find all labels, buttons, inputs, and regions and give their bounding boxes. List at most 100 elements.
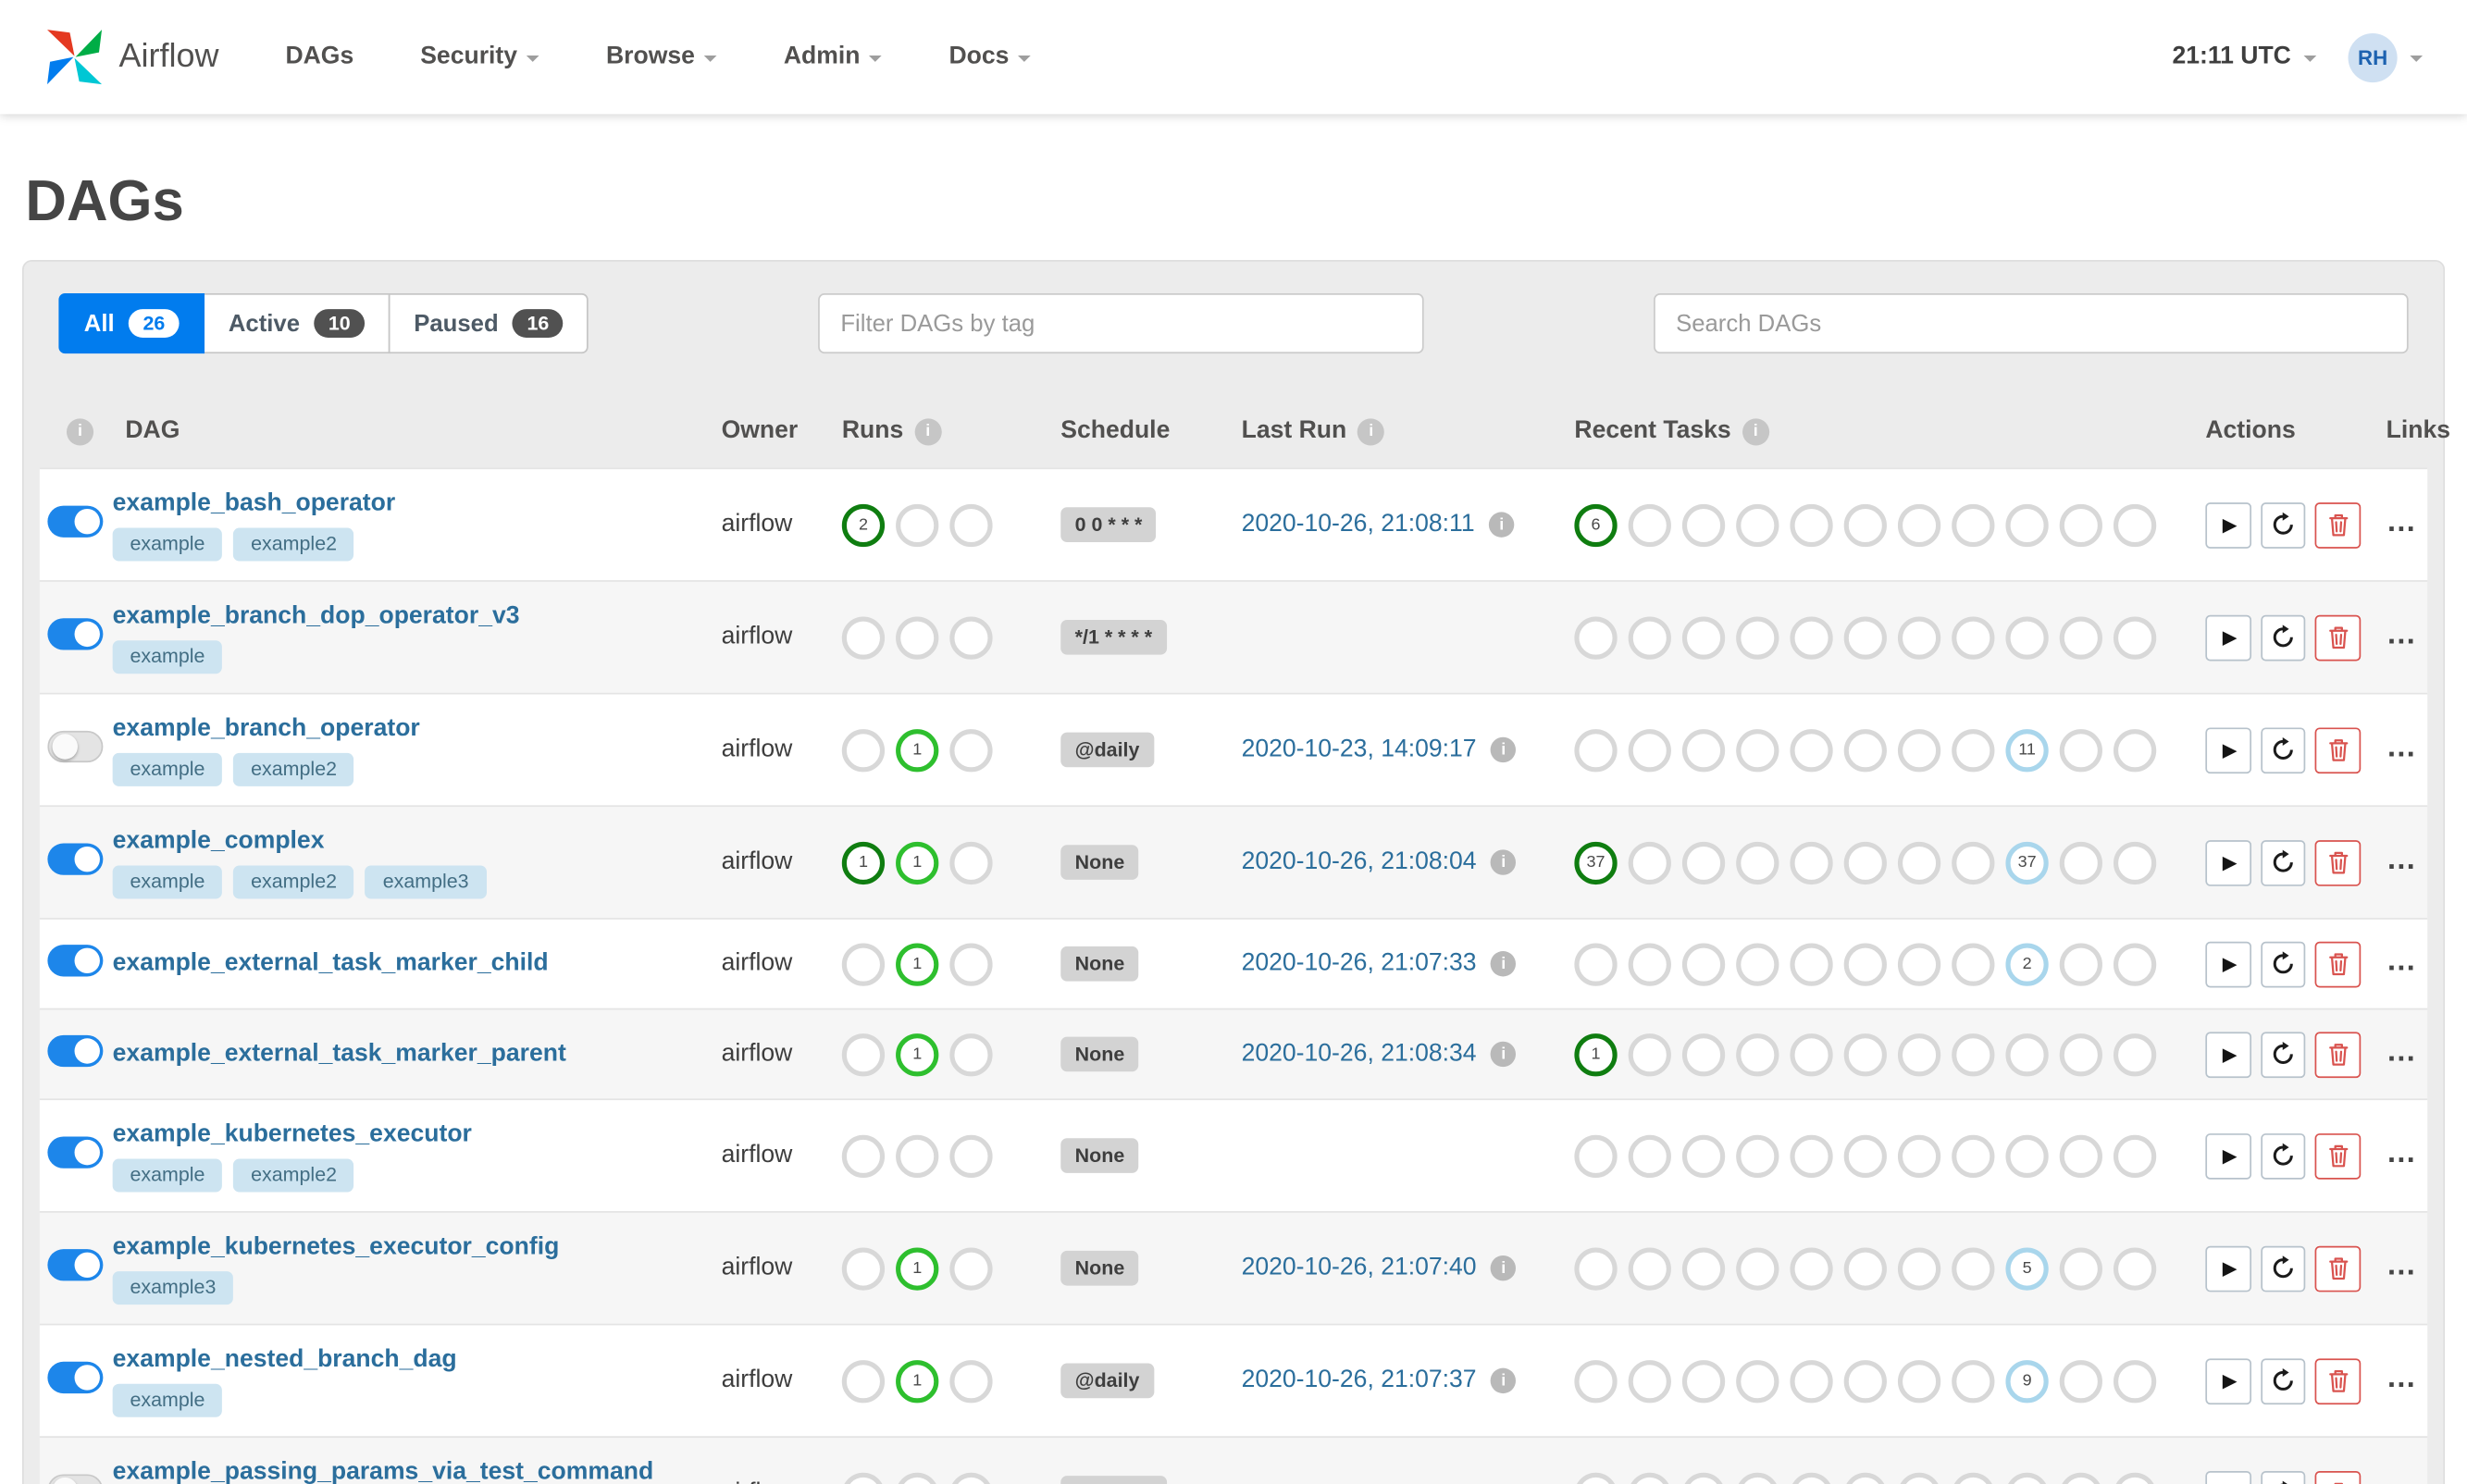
- last-run-link[interactable]: 2020-10-26, 21:07:33: [1242, 949, 1477, 978]
- links-button[interactable]: …: [2386, 731, 2418, 764]
- links-button[interactable]: …: [2386, 1137, 2418, 1170]
- dag-tag[interactable]: example: [112, 1158, 223, 1193]
- delete-dag-button[interactable]: [2315, 1244, 2362, 1292]
- delete-dag-button[interactable]: [2315, 501, 2362, 548]
- links-button[interactable]: …: [2386, 1249, 2418, 1282]
- trigger-dag-button[interactable]: ▶: [2205, 1132, 2251, 1179]
- refresh-dag-button[interactable]: [2260, 940, 2306, 987]
- dag-name-link[interactable]: example_passing_params_via_test_command: [113, 1457, 654, 1484]
- task-state-circle[interactable]: 11: [2005, 728, 2049, 772]
- delete-dag-button[interactable]: [2315, 613, 2362, 661]
- dag-tag[interactable]: example: [112, 752, 223, 786]
- delete-dag-button[interactable]: [2315, 1357, 2362, 1404]
- dag-pause-toggle[interactable]: [47, 1033, 104, 1067]
- run-state-circle[interactable]: 1: [896, 728, 939, 772]
- refresh-dag-button[interactable]: [2260, 613, 2306, 661]
- last-run-link[interactable]: 2020-10-26, 21:08:34: [1242, 1040, 1477, 1069]
- run-state-circle[interactable]: 1: [896, 1246, 939, 1290]
- links-button[interactable]: …: [2386, 618, 2418, 651]
- trigger-dag-button[interactable]: ▶: [2205, 839, 2251, 885]
- dag-pause-toggle[interactable]: [47, 1473, 104, 1484]
- dag-pause-toggle[interactable]: [47, 1135, 104, 1168]
- dag-pause-toggle[interactable]: [47, 1248, 104, 1280]
- nav-item-security[interactable]: Security: [420, 43, 540, 71]
- run-state-circle[interactable]: 1: [841, 840, 886, 884]
- trigger-dag-button[interactable]: ▶: [2205, 1357, 2251, 1404]
- links-button[interactable]: …: [2386, 1362, 2418, 1395]
- links-button[interactable]: …: [2386, 506, 2418, 539]
- delete-dag-button[interactable]: [2315, 726, 2362, 773]
- refresh-dag-button[interactable]: [2260, 1357, 2306, 1404]
- trigger-dag-button[interactable]: ▶: [2205, 1244, 2251, 1292]
- trigger-dag-button[interactable]: ▶: [2205, 726, 2251, 773]
- dag-pause-toggle[interactable]: [47, 504, 104, 537]
- dag-tag[interactable]: example: [112, 527, 223, 562]
- dag-tag[interactable]: example: [112, 640, 223, 674]
- delete-dag-button[interactable]: [2315, 839, 2362, 885]
- filter-tab-paused[interactable]: Paused 16: [388, 292, 589, 354]
- refresh-dag-button[interactable]: [2260, 1244, 2306, 1292]
- links-button[interactable]: …: [2386, 1035, 2418, 1069]
- dag-pause-toggle[interactable]: [47, 1360, 104, 1393]
- refresh-dag-button[interactable]: [2260, 1470, 2306, 1484]
- dag-tag[interactable]: example2: [233, 752, 354, 786]
- nav-item-dags[interactable]: DAGs: [285, 43, 353, 71]
- dag-name-link[interactable]: example_branch_dop_operator_v3: [113, 600, 520, 632]
- last-run-link[interactable]: 2020-10-26, 21:08:04: [1242, 848, 1477, 877]
- filter-tab-all[interactable]: All 26: [58, 292, 205, 354]
- links-button[interactable]: …: [2386, 1474, 2418, 1484]
- task-state-circle[interactable]: 37: [1574, 840, 1618, 884]
- filter-tab-active[interactable]: Active 10: [203, 292, 391, 354]
- delete-dag-button[interactable]: [2315, 940, 2362, 987]
- dag-name-link[interactable]: example_complex: [113, 826, 325, 858]
- last-run-link[interactable]: 2020-10-26, 21:07:40: [1242, 1254, 1477, 1282]
- task-state-circle[interactable]: 1: [1574, 1033, 1618, 1076]
- last-run-link[interactable]: 2020-10-26, 21:07:37: [1242, 1367, 1477, 1395]
- task-state-circle[interactable]: 6: [1574, 503, 1618, 547]
- links-button[interactable]: …: [2386, 945, 2418, 978]
- run-state-circle[interactable]: 1: [896, 942, 939, 985]
- refresh-dag-button[interactable]: [2260, 501, 2306, 548]
- brand[interactable]: Airflow: [44, 27, 218, 87]
- run-state-circle[interactable]: 1: [896, 840, 939, 884]
- dag-tag[interactable]: example2: [233, 865, 354, 899]
- task-state-circle[interactable]: 5: [2005, 1246, 2049, 1290]
- refresh-dag-button[interactable]: [2260, 1132, 2306, 1179]
- dag-tag[interactable]: example: [112, 865, 223, 899]
- links-button[interactable]: …: [2386, 844, 2418, 877]
- trigger-dag-button[interactable]: ▶: [2205, 613, 2251, 661]
- task-state-circle[interactable]: 37: [2005, 840, 2049, 884]
- nav-item-docs[interactable]: Docs: [948, 43, 1032, 71]
- nav-item-browse[interactable]: Browse: [606, 43, 717, 71]
- dag-tag[interactable]: example2: [233, 527, 354, 562]
- trigger-dag-button[interactable]: ▶: [2205, 1031, 2251, 1078]
- task-state-circle[interactable]: 2: [2005, 942, 2049, 985]
- dag-name-link[interactable]: example_external_task_marker_child: [113, 948, 549, 980]
- dag-name-link[interactable]: example_external_task_marker_parent: [113, 1038, 566, 1070]
- dag-name-link[interactable]: example_nested_branch_dag: [113, 1344, 457, 1376]
- dag-tag[interactable]: example3: [112, 1271, 234, 1305]
- dag-name-link[interactable]: example_branch_operator: [113, 713, 420, 745]
- dag-name-link[interactable]: example_kubernetes_executor_config: [113, 1231, 560, 1263]
- delete-dag-button[interactable]: [2315, 1132, 2362, 1179]
- task-state-circle[interactable]: 9: [2005, 1359, 2049, 1403]
- trigger-dag-button[interactable]: ▶: [2205, 1470, 2251, 1484]
- dag-pause-toggle[interactable]: [47, 842, 104, 874]
- dag-pause-toggle[interactable]: [47, 730, 104, 762]
- delete-dag-button[interactable]: [2315, 1031, 2362, 1078]
- trigger-dag-button[interactable]: ▶: [2205, 501, 2251, 548]
- refresh-dag-button[interactable]: [2260, 839, 2306, 885]
- user-menu[interactable]: RH: [2348, 32, 2424, 82]
- delete-dag-button[interactable]: [2315, 1470, 2362, 1484]
- trigger-dag-button[interactable]: ▶: [2205, 940, 2251, 987]
- dag-name-link[interactable]: example_bash_operator: [113, 488, 396, 520]
- nav-item-admin[interactable]: Admin: [784, 43, 883, 71]
- run-state-circle[interactable]: 1: [896, 1033, 939, 1076]
- dag-tag[interactable]: example: [112, 1383, 223, 1417]
- tag-filter-input[interactable]: [818, 292, 1424, 354]
- run-state-circle[interactable]: 1: [896, 1359, 939, 1403]
- dag-pause-toggle[interactable]: [47, 617, 104, 649]
- last-run-link[interactable]: 2020-10-23, 14:09:17: [1242, 736, 1477, 764]
- dag-tag[interactable]: example2: [233, 1158, 354, 1193]
- dag-pause-toggle[interactable]: [47, 944, 104, 976]
